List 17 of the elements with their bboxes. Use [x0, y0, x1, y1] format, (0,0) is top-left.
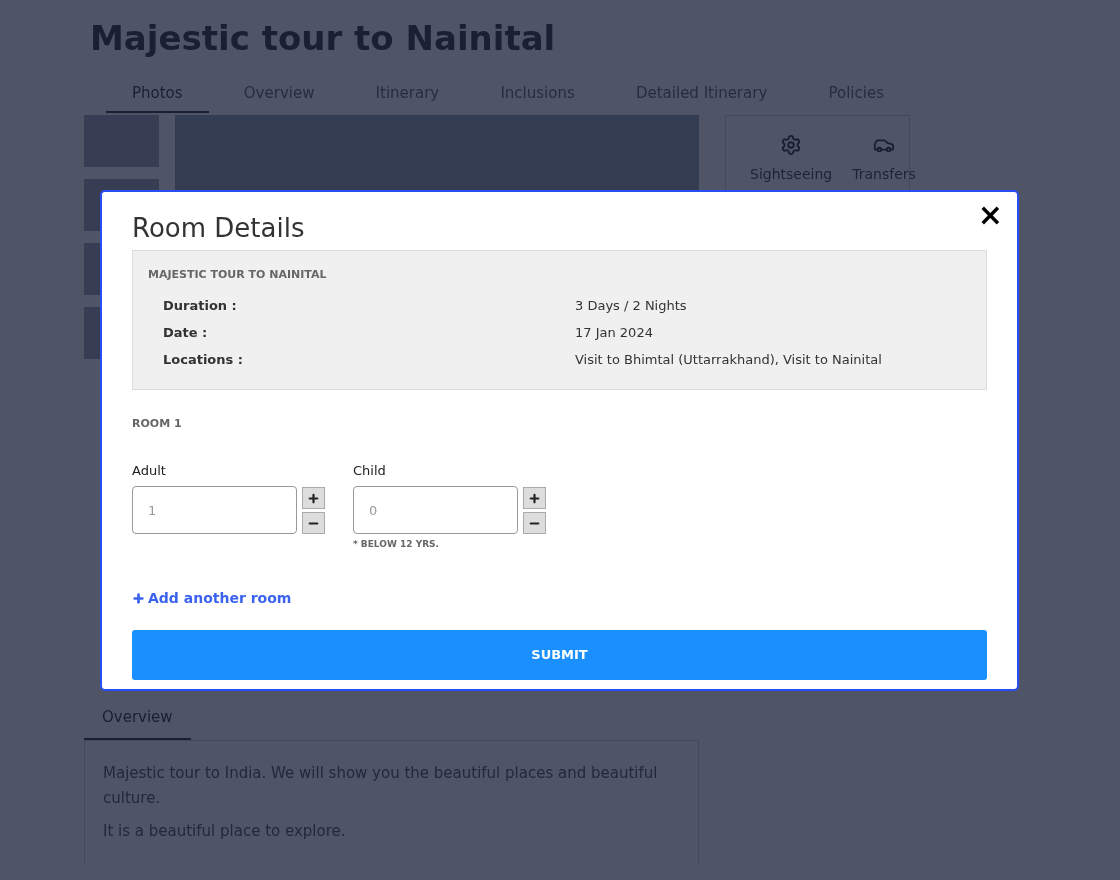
- add-room-link[interactable]: Add another room: [132, 587, 292, 609]
- room-heading: ROOM 1: [132, 416, 183, 432]
- summary-heading: MAJESTIC TOUR TO NAINITAL: [148, 267, 328, 283]
- dialog-title: Room Details: [132, 212, 306, 245]
- summary-value: 3 Days / 2 Nights: [575, 296, 687, 315]
- age-note: * BELOW 12 YRS.: [353, 538, 440, 551]
- count-field[interactable]: 0: [353, 486, 518, 534]
- summary-label: Date :: [162, 323, 209, 342]
- summary-label: Locations :: [162, 350, 244, 369]
- summary-label: Duration :: [162, 296, 238, 315]
- summary-value: 17 Jan 2024: [575, 323, 653, 342]
- submit-button[interactable]: SUBMIT: [132, 629, 987, 680]
- summary-value: Visit to Bhimtal (Uttarrakhand), Visit to Nainital: [575, 350, 882, 369]
- field-label: Adult: [132, 461, 167, 480]
- count-field[interactable]: 1: [132, 486, 297, 534]
- close-button[interactable]: ×: [977, 200, 1003, 230]
- field-label: Child: [353, 461, 387, 480]
